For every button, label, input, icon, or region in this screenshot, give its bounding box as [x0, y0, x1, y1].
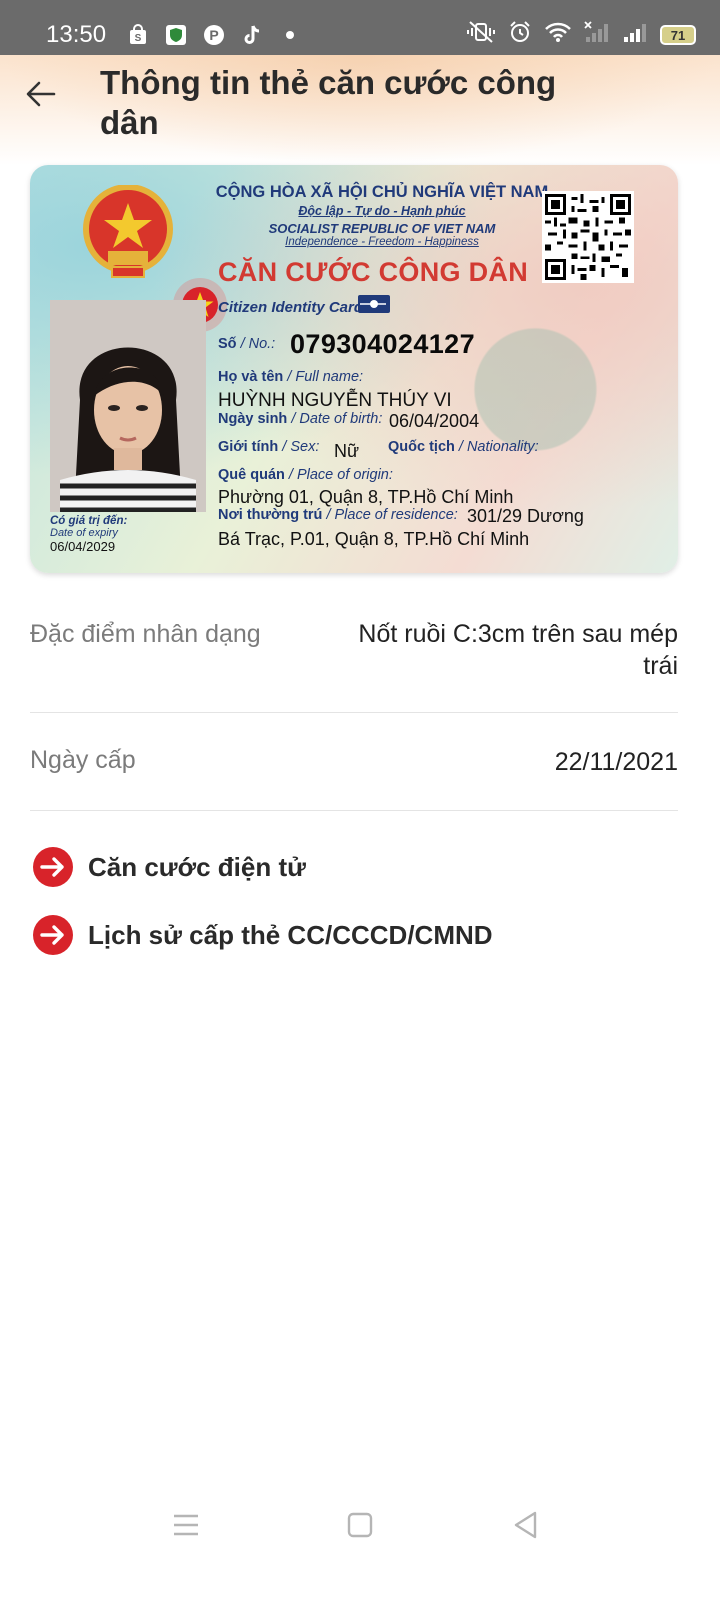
home-button[interactable]	[342, 1507, 378, 1543]
status-time: 13:50	[46, 21, 107, 48]
link-label: Căn cước điện tử	[88, 851, 306, 882]
back-nav-button[interactable]	[508, 1507, 544, 1543]
shopping-bag-icon: S	[126, 23, 150, 47]
sex-value: Nữ	[334, 441, 360, 461]
tiktok-icon	[240, 23, 264, 47]
features-row: Đặc điểm nhân dạng Nốt ruồi C:3cm trên s…	[30, 618, 678, 682]
link-card-history[interactable]: Lịch sử cấp thẻ CC/CCCD/CMND	[32, 914, 493, 956]
expiry-block: Có giá trị đến: Date of expiry 06/04/202…	[50, 515, 127, 554]
residence-label: Nơi thường trú / Place of residence:	[218, 507, 458, 523]
features-label: Đặc điểm nhân dạng	[30, 620, 261, 648]
issue-date-row: Ngày cấp 22/11/2021	[30, 746, 678, 778]
shield-app-icon	[164, 23, 188, 47]
triangle-back-icon	[514, 1511, 537, 1539]
issue-date-label: Ngày cấp	[30, 746, 136, 774]
name-label: Họ và tên / Full name:	[218, 369, 364, 385]
divider	[30, 712, 678, 713]
dob-label: Ngày sinh / Date of birth:	[218, 411, 383, 427]
svg-text:S: S	[135, 33, 142, 44]
home-icon	[347, 1512, 373, 1538]
expiry-label-en: Date of expiry	[50, 527, 118, 539]
origin-label: Quê quán / Place of origin:	[218, 467, 393, 483]
arrow-left-icon	[26, 81, 56, 107]
sex-label: Giới tính / Sex:	[218, 439, 320, 455]
arrow-circle-right-icon	[32, 914, 74, 956]
expiry-value: 06/04/2029	[50, 539, 116, 554]
id-card[interactable]: CỘNG HÒA XÃ HỘI CHỦ NGHĨA VIỆT NAM Độc l…	[30, 165, 678, 573]
svg-text:P: P	[209, 27, 218, 43]
arrow-circle-right-icon	[32, 846, 74, 888]
wifi-icon	[544, 21, 572, 50]
card-subtitle: Citizen Identity Card	[218, 299, 364, 316]
country-name-vn: CỘNG HÒA XÃ HỘI CHỦ NGHĨA VIỆT NAM	[215, 183, 549, 201]
number-label: Số / No.:	[218, 336, 276, 352]
residence-line2: Bá Trạc, P.01, Quận 8, TP.Hồ Chí Minh	[218, 529, 530, 549]
issue-date-value: 22/11/2021	[554, 748, 678, 776]
pinterest-icon: P	[202, 23, 226, 47]
page-title: Thông tin thẻ căn cước công dân	[100, 64, 557, 141]
full-name: HUỲNH NGUYỄN THÚY VI	[218, 390, 452, 411]
dob-value: 06/04/2004	[389, 411, 480, 431]
expiry-label-vn: Có giá trị đến:	[50, 515, 128, 527]
vibrate-icon	[466, 20, 496, 51]
motto-vn: Độc lập - Tự do - Hạnh phúc	[298, 204, 466, 218]
qr-code	[542, 191, 634, 283]
header: Thông tin thẻ căn cước công dân	[0, 55, 720, 165]
residence-line1: 301/29 Dương	[467, 506, 584, 526]
back-button[interactable]	[24, 77, 58, 111]
card-title: CĂN CƯỚC CÔNG DÂN	[218, 257, 529, 287]
country-name-en: SOCIALIST REPUBLIC OF VIET NAM	[268, 221, 496, 236]
nationality-label: Quốc tịch / Nationality:	[388, 439, 539, 455]
dot-icon	[278, 23, 302, 47]
signal-off-icon	[584, 20, 610, 50]
link-label: Lịch sử cấp thẻ CC/CCCD/CMND	[88, 919, 493, 950]
menu-button[interactable]	[168, 1507, 204, 1543]
portrait-photo	[50, 300, 206, 512]
signal-icon	[622, 21, 648, 50]
chip-icon	[358, 295, 390, 313]
menu-icon	[174, 1514, 198, 1536]
link-electronic-id[interactable]: Căn cước điện tử	[32, 846, 306, 888]
id-number: 079304024127	[290, 329, 475, 359]
origin-value: Phường 01, Quận 8, TP.Hồ Chí Minh	[218, 487, 514, 507]
features-value: Nốt ruồi C:3cm trên sau mép trái	[358, 620, 678, 680]
card-header: CỘNG HÒA XÃ HỘI CHỦ NGHĨA VIỆT NAM Độc l…	[212, 183, 552, 248]
system-nav-bar	[0, 1495, 720, 1555]
divider	[30, 810, 678, 811]
alarm-icon	[508, 20, 532, 51]
motto-en: Independence - Freedom - Happiness	[285, 236, 479, 248]
battery-icon: 71	[660, 25, 696, 45]
national-emblem-icon	[82, 184, 174, 281]
